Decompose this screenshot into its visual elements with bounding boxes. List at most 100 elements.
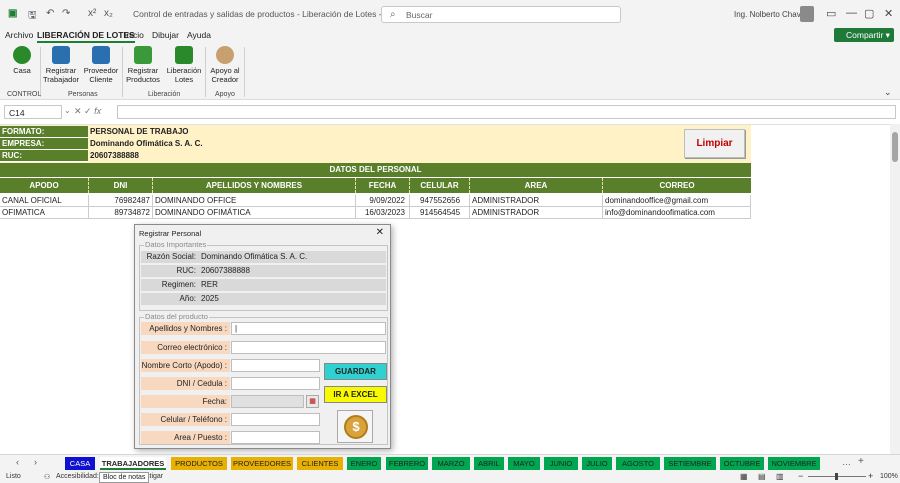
celular-input[interactable]: [231, 413, 320, 426]
fx-icon[interactable]: fx: [94, 106, 101, 116]
cell-fecha[interactable]: 16/03/2023: [356, 207, 410, 219]
scrollbar-thumb[interactable]: [892, 132, 898, 162]
tab-marzo[interactable]: MARZO: [432, 457, 470, 470]
menu-dibujar[interactable]: Dibujar: [152, 30, 179, 40]
ribbon-label: Apoyo al: [210, 66, 240, 75]
column-header-apodo: APODO: [0, 178, 89, 193]
ribbon-apoyo-creador-button[interactable]: Apoyo al Creador: [208, 46, 242, 84]
tab-agosto[interactable]: AGOSTO: [616, 457, 660, 470]
column-header-area: AREA: [470, 178, 603, 193]
cell-dni[interactable]: 89734872: [89, 207, 153, 219]
tab-proveedores[interactable]: PROVEEDORES: [231, 457, 293, 470]
zoom-in-icon[interactable]: +: [868, 471, 873, 481]
tab-productos[interactable]: PRODUCTOS: [171, 457, 227, 470]
search-box[interactable]: ⌕ Buscar: [381, 6, 621, 23]
info-value: PERSONAL DE TRABAJO: [88, 126, 388, 138]
avatar[interactable]: [800, 6, 814, 22]
zoom-level[interactable]: 100%: [880, 473, 898, 480]
tab-scroll-left-icon[interactable]: ‹: [16, 457, 19, 467]
ribbon-registrar-trabajador-button[interactable]: Registrar Trabajador: [43, 46, 79, 84]
tab-casa[interactable]: CASA: [65, 457, 95, 470]
user-name: Ing. Nolberto Chavez: [734, 10, 810, 19]
ir-a-excel-button[interactable]: IR A EXCEL: [324, 386, 387, 403]
collapse-ribbon-icon[interactable]: ⌄: [884, 87, 892, 98]
maximize-icon[interactable]: ▢: [864, 7, 874, 20]
tab-clientes[interactable]: CLIENTES: [297, 457, 343, 470]
dialog-close-icon[interactable]: ✕: [376, 227, 384, 238]
limpiar-button[interactable]: Limpiar: [684, 129, 745, 158]
undo-icon[interactable]: ↶: [46, 8, 54, 19]
group-label-apoyo: Apoyo: [215, 91, 235, 98]
info-label: Año:: [141, 293, 198, 305]
ribbon-label: Creador: [211, 75, 239, 84]
search-placeholder: Buscar: [406, 10, 433, 20]
menu-archivo[interactable]: Archivo: [5, 30, 33, 40]
minimize-icon[interactable]: —: [846, 7, 857, 19]
cell-celular[interactable]: 914564545: [410, 207, 470, 219]
column-header-fecha: FECHA: [356, 178, 410, 193]
info-value: RER: [198, 279, 386, 291]
cell-area[interactable]: ADMINISTRADOR: [470, 207, 603, 219]
field-label-correo: Correo electrónico :: [141, 341, 230, 354]
name-box-dropdown-icon[interactable]: ⌄: [64, 106, 71, 115]
tab-more-icon[interactable]: …: [842, 457, 851, 467]
vertical-scrollbar[interactable]: [890, 124, 900, 454]
correo-input[interactable]: [231, 341, 386, 354]
superscript-icon[interactable]: x²: [88, 8, 96, 19]
section-title: DATOS DEL PERSONAL: [0, 163, 751, 177]
ribbon-liberacion-lotes-button[interactable]: Liberación Lotes: [166, 46, 202, 84]
save-icon[interactable]: 🖫: [28, 8, 37, 25]
frame-label: Datos Importantes: [144, 240, 208, 249]
page-break-icon[interactable]: ▥: [776, 472, 784, 481]
cell-area[interactable]: ADMINISTRADOR: [470, 195, 603, 207]
add-sheet-icon[interactable]: +: [858, 456, 864, 467]
dni-input[interactable]: [231, 377, 320, 390]
zoom-out-icon[interactable]: −: [798, 471, 803, 481]
ribbon-display-icon[interactable]: ▭: [826, 7, 836, 20]
guardar-button[interactable]: GUARDAR: [324, 363, 387, 380]
tab-setiembre[interactable]: SETIEMBRE: [664, 457, 716, 470]
name-box[interactable]: C14: [4, 105, 62, 119]
tab-trabajadores[interactable]: TRABAJADORES: [100, 457, 166, 470]
zoom-slider-thumb[interactable]: [835, 473, 838, 480]
cell-nombres[interactable]: DOMINANDO OFIMÁTICA: [153, 207, 356, 219]
apodo-input[interactable]: [231, 359, 320, 372]
tab-enero[interactable]: ENERO: [347, 457, 381, 470]
share-button[interactable]: Compartir ▾: [834, 28, 894, 42]
tab-noviembre[interactable]: NOVIEMBRE: [768, 457, 820, 470]
cell-nombres[interactable]: DOMINANDO OFFICE: [153, 195, 356, 207]
coin-button[interactable]: $: [337, 410, 373, 443]
subscript-icon[interactable]: x₂: [104, 8, 113, 19]
area-input[interactable]: [231, 431, 320, 444]
apellidos-nombres-input[interactable]: |: [231, 322, 386, 335]
fecha-input[interactable]: [231, 395, 304, 408]
formula-input[interactable]: [117, 105, 896, 119]
product-icon: [134, 46, 152, 64]
tab-junio[interactable]: JUNIO: [544, 457, 578, 470]
cell-apodo[interactable]: CANAL OFICIAL: [0, 195, 89, 207]
ribbon-registrar-productos-button[interactable]: Registrar Productos: [125, 46, 161, 84]
cell-correo[interactable]: dominandooffice@gmail.com: [603, 195, 751, 207]
tab-mayo[interactable]: MAYO: [508, 457, 540, 470]
page-layout-icon[interactable]: ▤: [758, 472, 766, 481]
menu-liberacion-lotes[interactable]: LIBERACIÓN DE LOTES: [37, 30, 135, 43]
calendar-icon[interactable]: ▦: [306, 395, 319, 408]
cell-dni[interactable]: 76982487: [89, 195, 153, 207]
cell-correo[interactable]: info@dominandoofimatica.com: [603, 207, 751, 219]
cell-fecha[interactable]: 9/09/2022: [356, 195, 410, 207]
ribbon-proveedor-cliente-button[interactable]: Proveedor Cliente: [83, 46, 119, 84]
menu-inicio[interactable]: Inicio: [124, 30, 144, 40]
tab-octubre[interactable]: OCTUBRE: [720, 457, 764, 470]
menu-ayuda[interactable]: Ayuda: [187, 30, 211, 40]
cell-celular[interactable]: 947552656: [410, 195, 470, 207]
normal-view-icon[interactable]: ▦: [740, 472, 748, 481]
tab-abril[interactable]: ABRIL: [474, 457, 504, 470]
close-icon[interactable]: ✕: [884, 7, 893, 20]
tab-julio[interactable]: JULIO: [582, 457, 612, 470]
accessibility-status[interactable]: Accesibilidad:: [56, 473, 99, 480]
cell-apodo[interactable]: OFIMATICA: [0, 207, 89, 219]
redo-icon[interactable]: ↷: [62, 8, 70, 19]
ribbon-casa-button[interactable]: Casa: [6, 46, 38, 75]
tab-febrero[interactable]: FEBRERO: [386, 457, 428, 470]
tab-scroll-right-icon[interactable]: ›: [34, 457, 37, 467]
